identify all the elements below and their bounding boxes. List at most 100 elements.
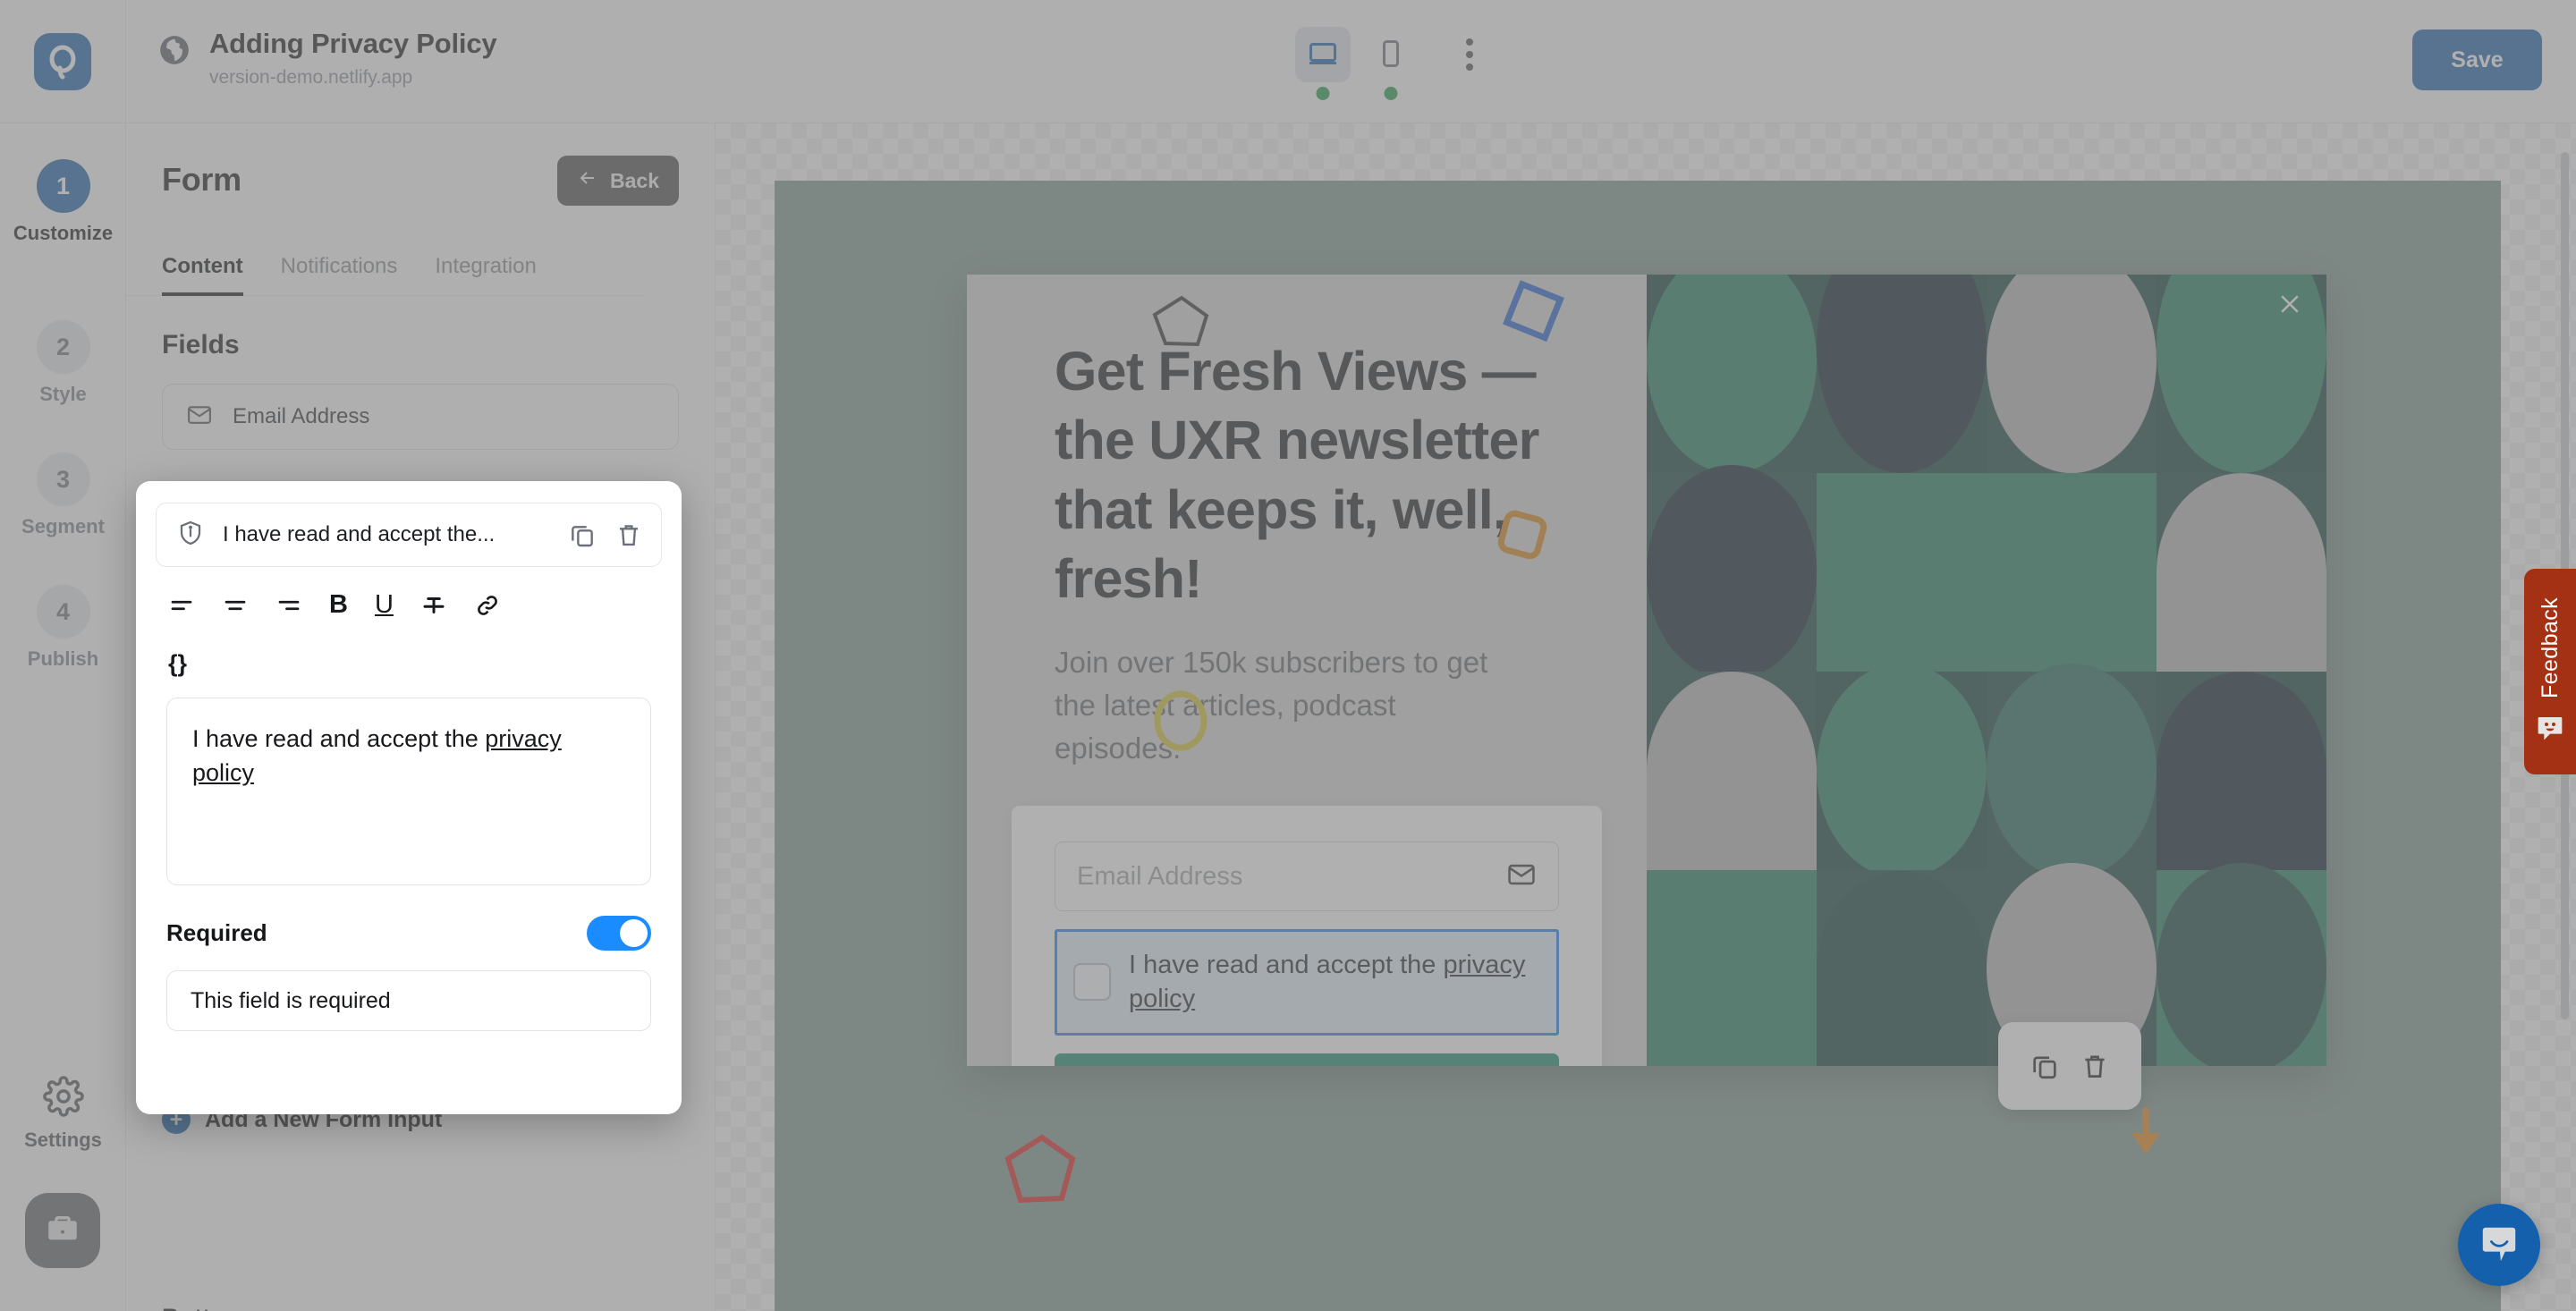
required-message-input[interactable]: This field is required xyxy=(166,970,651,1031)
rail-step-number: 2 xyxy=(36,320,90,374)
panel-header: Form Back xyxy=(126,123,715,206)
rail-step-customize[interactable]: 1 Customize xyxy=(0,159,126,245)
preview-consent-label: I have read and accept the privacy polic… xyxy=(1129,948,1537,1017)
newsletter-modal: Get Fresh Views — the UXR newsletter tha… xyxy=(967,275,2326,1066)
consent-text-plain: I have read and accept the xyxy=(1129,951,1444,979)
decorative-blue-square xyxy=(1502,280,1564,343)
preview-form-card: Email Address I have read and accept the… xyxy=(1012,806,1602,1066)
button-section-title: Button xyxy=(162,1304,680,1311)
top-bar: Adding Privacy Policy version-demo.netli… xyxy=(0,0,2576,123)
back-button-label: Back xyxy=(610,168,659,192)
more-options-icon xyxy=(1466,36,1473,73)
briefcase-icon xyxy=(44,1210,81,1252)
feedback-tab[interactable]: Feedback xyxy=(2524,569,2576,774)
modal-content-column: Get Fresh Views — the UXR newsletter tha… xyxy=(967,275,1647,1066)
rail-step-number: 3 xyxy=(36,453,90,506)
preview-stage: Get Fresh Views — the UXR newsletter tha… xyxy=(716,123,2576,1311)
gear-icon xyxy=(42,1076,84,1121)
rail-step-label: Segment xyxy=(21,515,105,537)
field-row-email-address[interactable]: Email Address xyxy=(162,384,679,450)
preview-canvas: Get Fresh Views — the UXR newsletter tha… xyxy=(775,181,2501,1311)
align-right-icon[interactable] xyxy=(275,592,302,619)
site-url: version-demo.netlify.app xyxy=(209,67,413,89)
rich-text-toolbar: B U {} xyxy=(156,567,549,678)
rail-settings[interactable]: Settings xyxy=(0,1076,126,1152)
rail-step-publish[interactable]: 4 Publish xyxy=(0,585,126,671)
field-row-label: Email Address xyxy=(233,404,370,428)
code-braces-icon[interactable]: {} xyxy=(168,650,537,678)
trash-icon[interactable] xyxy=(614,520,643,549)
mobile-view-button[interactable] xyxy=(1363,27,1419,100)
arrow-left-icon xyxy=(577,167,598,194)
decorative-orange-arrow xyxy=(2131,1108,2160,1155)
field-settings-popover: I have read and accept the... B U {} I h… xyxy=(136,481,682,1114)
trash-icon[interactable] xyxy=(2080,1051,2110,1081)
editor-text-plain: I have read and accept the xyxy=(192,725,486,752)
required-toggle[interactable] xyxy=(587,916,651,951)
copy-icon[interactable] xyxy=(2029,1051,2060,1081)
mobile-status-dot xyxy=(1384,87,1398,100)
rail-step-label: Customize xyxy=(13,222,114,244)
desktop-view-icon xyxy=(1307,38,1339,72)
rail-step-number: 4 xyxy=(36,585,90,639)
modal-pattern-image xyxy=(1647,275,2326,1066)
decorative-red-pentagon xyxy=(1004,1134,1076,1204)
back-button[interactable]: Back xyxy=(557,156,679,206)
geometric-pattern xyxy=(1647,275,2326,1066)
envelope-icon xyxy=(1506,859,1537,894)
intercom-launcher[interactable] xyxy=(2458,1204,2540,1286)
preview-consent-checkbox[interactable] xyxy=(1073,963,1111,1002)
rail-step-number: 1 xyxy=(36,159,90,213)
rail-step-style[interactable]: 2 Style xyxy=(0,320,126,406)
globe-icon xyxy=(157,33,191,72)
align-center-icon[interactable] xyxy=(222,592,249,619)
button-section: Button Send xyxy=(162,1304,680,1311)
toggle-knob xyxy=(620,919,648,947)
envelope-icon xyxy=(186,402,213,433)
close-icon[interactable] xyxy=(2276,291,2303,322)
preview-email-input[interactable]: Email Address xyxy=(1055,842,1559,911)
desktop-view-button[interactable] xyxy=(1295,27,1351,100)
feedback-label: Feedback xyxy=(2537,597,2563,698)
page-title: Adding Privacy Policy xyxy=(209,28,497,59)
align-left-icon[interactable] xyxy=(168,592,195,619)
popover-header: I have read and accept the... xyxy=(156,503,662,567)
app-logo-icon xyxy=(34,33,91,90)
desktop-status-dot xyxy=(1316,87,1330,100)
fields-section-title: Fields xyxy=(162,330,240,359)
panel-tabs: Content Notifications Integration xyxy=(126,254,644,296)
save-button[interactable]: Save xyxy=(2412,30,2542,90)
viewport-switcher xyxy=(1295,27,1497,100)
preview-email-placeholder: Email Address xyxy=(1077,861,1243,891)
step-rail: 1 Customize 2 Style 3 Segment 4 Publish … xyxy=(0,123,126,1311)
mobile-view-icon xyxy=(1375,38,1407,72)
underline-icon[interactable]: U xyxy=(375,590,394,620)
strikethrough-icon[interactable] xyxy=(420,592,447,619)
link-icon[interactable] xyxy=(474,592,501,619)
app-logo[interactable] xyxy=(0,0,126,123)
app-root: Get Fresh Views — the UXR newsletter tha… xyxy=(0,0,2576,1311)
site-info: Adding Privacy Policy version-demo.netli… xyxy=(157,27,497,89)
modal-subline: Join over 150k subscribers to get the la… xyxy=(1055,645,1488,765)
required-label: Required xyxy=(166,919,267,946)
rail-step-segment[interactable]: 3 Segment xyxy=(0,453,126,538)
more-options-button[interactable] xyxy=(1442,27,1497,82)
shield-info-icon xyxy=(176,519,205,552)
underline-glyph: U xyxy=(374,590,394,619)
preview-send-button[interactable]: Send xyxy=(1055,1053,1559,1066)
bold-icon[interactable]: B xyxy=(329,590,348,620)
tab-integration[interactable]: Integration xyxy=(435,254,536,295)
preview-consent-row[interactable]: I have read and accept the privacy polic… xyxy=(1055,929,1559,1036)
rich-text-editor[interactable]: I have read and accept the privacy polic… xyxy=(166,698,651,885)
rail-step-label: Publish xyxy=(27,647,99,670)
popover-title: I have read and accept the... xyxy=(223,522,496,546)
modal-headline: Get Fresh Views — the UXR newsletter tha… xyxy=(1055,341,1539,610)
code-braces-glyph: {} xyxy=(168,650,188,677)
smiley-chat-icon xyxy=(2536,715,2564,746)
bold-glyph: B xyxy=(329,590,348,619)
tab-notifications[interactable]: Notifications xyxy=(281,254,398,295)
workspace-avatar[interactable] xyxy=(25,1193,100,1268)
rail-settings-label: Settings xyxy=(24,1129,102,1151)
copy-icon[interactable] xyxy=(568,520,597,549)
tab-content[interactable]: Content xyxy=(162,254,243,296)
